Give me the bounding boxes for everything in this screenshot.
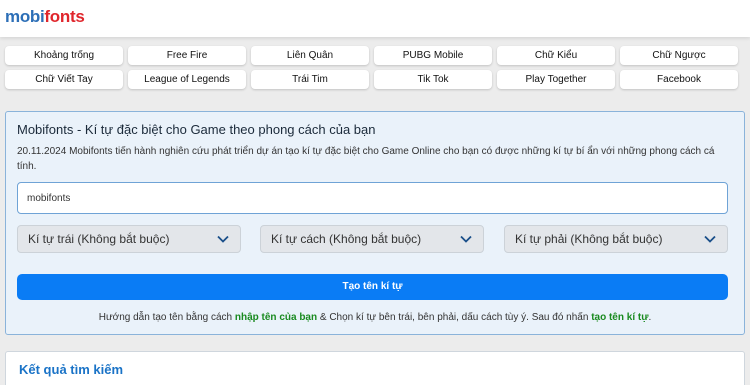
panel-description: 20.11.2024 Mobifonts tiến hành nghiên cứ… xyxy=(17,146,715,172)
category-button-pubg-mobile[interactable]: PUBG Mobile xyxy=(374,46,492,65)
instruction-part-2: & Chọn kí tự bên trái, bên phải, dấu các… xyxy=(317,312,592,323)
instruction-part-3: . xyxy=(648,312,652,323)
left-character-select[interactable]: Kí tự trái (Không bắt buộc) xyxy=(17,225,241,253)
instruction-part-1: Hướng dẫn tạo tên bằng cách xyxy=(98,312,235,323)
chevron-down-icon xyxy=(216,226,230,252)
category-button-chu-nguoc[interactable]: Chữ Ngược xyxy=(620,46,738,65)
category-button-grid: Khoảng trống Free Fire Liên Quân PUBG Mo… xyxy=(5,46,750,89)
category-button-play-together[interactable]: Play Together xyxy=(497,70,615,89)
right-character-select-label: Kí tự phải (Không bắt buộc) xyxy=(515,232,663,246)
name-input[interactable] xyxy=(17,182,728,214)
right-character-select[interactable]: Kí tự phải (Không bắt buộc) xyxy=(504,225,728,253)
logo-part-fonts: fonts xyxy=(44,7,85,26)
category-button-khoang-trong[interactable]: Khoảng trống xyxy=(5,46,123,65)
chevron-down-icon xyxy=(703,226,717,252)
category-button-league-of-legends[interactable]: League of Legends xyxy=(128,70,246,89)
chevron-down-icon xyxy=(459,226,473,252)
left-character-select-label: Kí tự trái (Không bắt buộc) xyxy=(28,232,170,246)
name-generator-panel: Mobifonts - Kí tự đặc biệt cho Game theo… xyxy=(5,111,745,335)
instruction-highlight-enter-name: nhập tên của bạn xyxy=(234,312,318,323)
logo-part-mobi: mobi xyxy=(5,7,45,26)
search-results-panel: Kết quả tìm kiếm xyxy=(5,351,745,385)
create-name-button[interactable]: Tạo tên kí tự xyxy=(17,274,728,300)
category-button-trai-tim[interactable]: Trái Tim xyxy=(251,70,369,89)
search-results-title: Kết quả tìm kiếm xyxy=(19,362,124,377)
instruction-text: Hướng dẫn tạo tên bằng cách nhập tên của… xyxy=(6,312,744,323)
panel-title: Mobifonts - Kí tự đặc biệt cho Game theo… xyxy=(17,122,376,137)
separator-character-select-label: Kí tự cách (Không bắt buộc) xyxy=(271,232,422,246)
instruction-highlight-create-name: tạo tên kí tự xyxy=(591,312,649,323)
category-button-tik-tok[interactable]: Tik Tok xyxy=(374,70,492,89)
site-header: mobifonts xyxy=(0,0,750,37)
category-button-chu-kieu[interactable]: Chữ Kiểu xyxy=(497,46,615,65)
category-button-chu-viet-tay[interactable]: Chữ Viết Tay xyxy=(5,70,123,89)
category-button-free-fire[interactable]: Free Fire xyxy=(128,46,246,65)
site-logo[interactable]: mobifonts xyxy=(5,5,85,29)
separator-character-select[interactable]: Kí tự cách (Không bắt buộc) xyxy=(260,225,484,253)
category-button-lien-quan[interactable]: Liên Quân xyxy=(251,46,369,65)
category-button-facebook[interactable]: Facebook xyxy=(620,70,738,89)
